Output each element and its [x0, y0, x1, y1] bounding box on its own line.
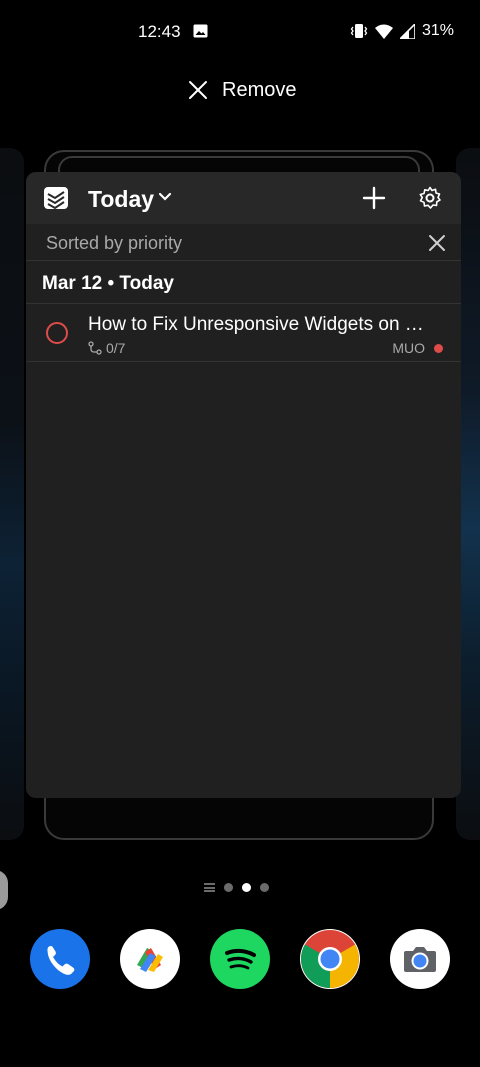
chrome-app[interactable]	[300, 929, 360, 989]
signal-icon	[399, 23, 415, 39]
camera-app[interactable]	[390, 929, 450, 989]
subtask-icon	[88, 341, 102, 355]
status-time: 12:43	[138, 22, 181, 41]
page-dot	[224, 883, 233, 892]
page-dot-active	[242, 883, 251, 892]
close-icon	[189, 81, 207, 99]
add-task-icon[interactable]	[362, 186, 386, 210]
task-complete-checkbox[interactable]	[46, 322, 68, 344]
date-section-header: Mar 12 • Today	[26, 261, 461, 304]
todoist-widget[interactable]: Today Sorted by priority Mar 12 • Today …	[26, 172, 461, 798]
page-indicator	[204, 883, 269, 892]
wifi-icon	[374, 24, 393, 39]
side-handle[interactable]	[0, 870, 8, 910]
project-color-dot	[434, 344, 443, 353]
project-name: MUO	[392, 340, 425, 356]
task-row[interactable]: How to Fix Unresponsive Widgets on … 0/7…	[26, 304, 461, 362]
sort-label: Sorted by priority	[46, 233, 183, 253]
subtask-count: 0/7	[88, 340, 125, 356]
dismiss-sort-icon[interactable]	[427, 233, 447, 253]
spotify-icon	[225, 948, 256, 970]
google-pay-icon	[137, 948, 163, 972]
filter-title[interactable]: Today	[88, 186, 154, 213]
subtask-count-label: 0/7	[106, 340, 126, 356]
gear-icon[interactable]	[418, 186, 442, 210]
chevron-down-icon[interactable]	[158, 192, 172, 202]
spotify-app[interactable]	[210, 929, 270, 989]
sort-bar: Sorted by priority	[26, 224, 461, 261]
image-notification-icon	[193, 24, 208, 38]
remove-button[interactable]: Remove	[186, 78, 296, 102]
widget-list-icon	[204, 883, 215, 892]
status-icons: 31%	[350, 22, 454, 40]
battery-percent: 31%	[421, 22, 454, 39]
todoist-logo-icon[interactable]	[44, 187, 68, 209]
widget-header: Today	[26, 172, 461, 224]
chrome-icon	[301, 930, 359, 988]
vibrate-icon	[350, 24, 368, 38]
camera-icon	[404, 947, 436, 972]
page-dot	[260, 883, 269, 892]
phone-icon	[47, 946, 75, 975]
google-pay-app[interactable]	[120, 929, 180, 989]
phone-app[interactable]	[30, 929, 90, 989]
task-title[interactable]: How to Fix Unresponsive Widgets on …	[88, 314, 443, 336]
left-card-edge[interactable]	[0, 148, 24, 910]
app-dock	[0, 929, 480, 989]
remove-label: Remove	[222, 78, 297, 101]
date-header-label: Mar 12 • Today	[42, 273, 174, 294]
status-bar: 12:43 31%	[0, 0, 480, 64]
